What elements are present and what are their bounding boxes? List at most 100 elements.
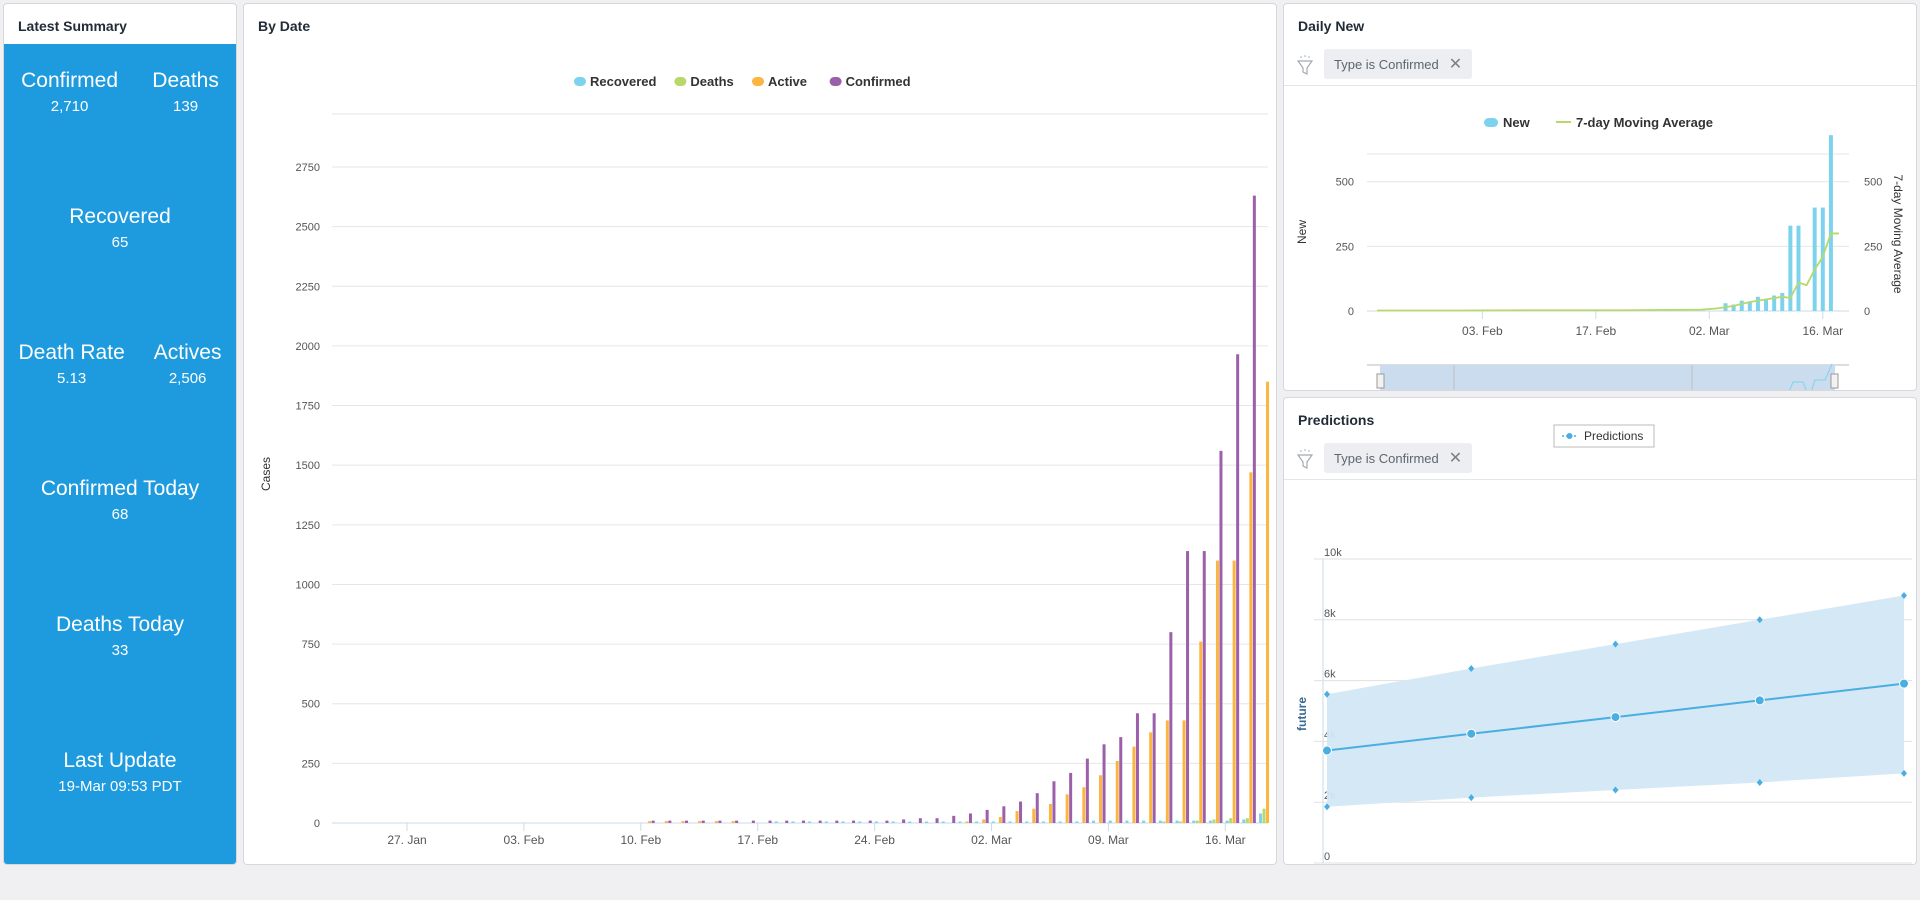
legend-item: Active [768, 74, 807, 89]
bar-confirmed [835, 820, 839, 823]
bar-active [1232, 560, 1236, 823]
bar-deaths [1245, 818, 1249, 823]
panel-title: Latest Summary [18, 18, 127, 34]
bar-recovered [1025, 821, 1029, 823]
bar-confirmed [1219, 450, 1223, 823]
bar-confirmed [902, 819, 906, 823]
stat-value: 5.13 [57, 370, 87, 387]
stat-value: 19-Mar 09:53 PDT [58, 778, 182, 795]
navigator-handle-right[interactable] [1830, 373, 1839, 389]
x-tick-label: 17. Feb [1575, 324, 1616, 338]
y-tick-label: 750 [302, 639, 320, 651]
bar-recovered [908, 821, 912, 823]
stat-label: Confirmed Today [40, 477, 200, 500]
stat-label: Recovered [69, 205, 171, 228]
bar-deaths [1179, 821, 1183, 823]
bar-confirmed [1035, 793, 1039, 823]
y-tick-label: 250 [1336, 241, 1354, 253]
bar-confirmed [1135, 713, 1139, 823]
stat-value: 139 [173, 98, 199, 115]
y-tick-label: 0 [1348, 306, 1354, 318]
y-tick-label: 2000 [296, 341, 320, 353]
bar-recovered [1259, 813, 1263, 823]
y2-tick-label: 0 [1864, 306, 1870, 318]
bar-active [1015, 811, 1019, 823]
bar-active [648, 821, 652, 823]
stat-label: Death Rate [18, 341, 125, 364]
latest-summary-panel: Latest Summary Confirmed 2,710 Deaths 13… [3, 3, 237, 865]
y-tick-label: 2750 [296, 162, 320, 174]
stat-value: 2,710 [50, 98, 89, 115]
bar-confirmed [1169, 632, 1173, 823]
stat-deaths: Deaths 139 [152, 68, 219, 118]
legend-item: Predictions [1584, 429, 1643, 443]
bar-active [1199, 641, 1203, 823]
y-axis-title: future [1295, 697, 1309, 731]
bar-active [1099, 775, 1103, 823]
bar-deaths [1195, 820, 1199, 823]
bar-recovered [1075, 821, 1079, 823]
bar-recovered [1125, 820, 1129, 823]
bar-confirmed [1069, 772, 1073, 823]
bar-confirmed [1152, 713, 1156, 823]
bar-new [1780, 292, 1785, 311]
bar-confirmed [1085, 758, 1089, 823]
stat-deaths-today: Deaths Today 33 [56, 612, 184, 662]
bar-recovered [1208, 820, 1212, 823]
bar-recovered [975, 821, 979, 823]
bar-deaths [1262, 808, 1266, 823]
daily-new-panel: Daily New Type is Confirmed ✕ 0 250 500 0 25… [1283, 3, 1917, 391]
bar-confirmed [1019, 801, 1023, 823]
y-tick-label: 250 [302, 758, 320, 770]
bar-active [965, 821, 969, 823]
stat-value: 2,506 [168, 370, 207, 387]
navigator-mask [1380, 365, 1835, 390]
x-tick-label: 03. Feb [504, 833, 545, 847]
bar-confirmed [735, 820, 739, 823]
prediction-point [1899, 678, 1909, 689]
stat-label: Actives [153, 341, 222, 364]
bar-confirmed [818, 820, 822, 823]
bar-active [1165, 720, 1169, 823]
bar-recovered [941, 821, 945, 823]
legend-swatch [674, 77, 687, 86]
bar-recovered [774, 821, 778, 823]
bar-confirmed [868, 820, 872, 823]
stat-actives: Actives 2,506 [154, 340, 222, 390]
bar-recovered [991, 821, 995, 823]
prediction-point [1466, 728, 1477, 739]
navigator-handle-left[interactable] [1376, 373, 1385, 389]
bar-active [1048, 803, 1052, 823]
summary-card: Confirmed 2,710 Deaths 139 Recovered 65 … [4, 44, 236, 864]
daily-new-chart: 0 250 500 0 250 500 New 7-day Moving Average 03.… [1295, 115, 1905, 390]
prediction-point [1754, 695, 1765, 706]
bar-confirmed [952, 815, 956, 823]
bar-confirmed [1202, 551, 1206, 823]
bar-confirmed [651, 820, 655, 823]
stat-value: 33 [111, 642, 129, 659]
y-tick-label: 1250 [296, 520, 320, 532]
bar-new [1812, 207, 1817, 311]
bar-confirmed [1186, 551, 1190, 823]
bar-recovered [958, 821, 962, 823]
y-tick-label: 10k [1324, 547, 1342, 559]
x-tick-label: 16. Mar [1205, 833, 1246, 847]
bar-active [1132, 746, 1136, 823]
bar-recovered [1108, 820, 1112, 823]
bar-active [1215, 560, 1219, 823]
bar-recovered [1092, 820, 1096, 823]
bar-recovered [808, 821, 812, 823]
bar-recovered [1008, 821, 1012, 823]
prediction-point [1610, 712, 1621, 723]
y-tick-label: 500 [302, 699, 320, 711]
bar-confirmed [718, 820, 722, 823]
x-tick-label: 02. Mar [971, 833, 1012, 847]
bar-confirmed [701, 820, 705, 823]
legend-swatch [752, 77, 764, 86]
bar-confirmed [668, 820, 672, 823]
predictions-chart: Predictions02k4k6k8k10kfuture [1295, 424, 1912, 864]
bar-confirmed [801, 820, 805, 823]
legend-swatch [829, 77, 842, 86]
bar-active [664, 821, 668, 823]
y-tick-label: 1750 [296, 401, 320, 413]
